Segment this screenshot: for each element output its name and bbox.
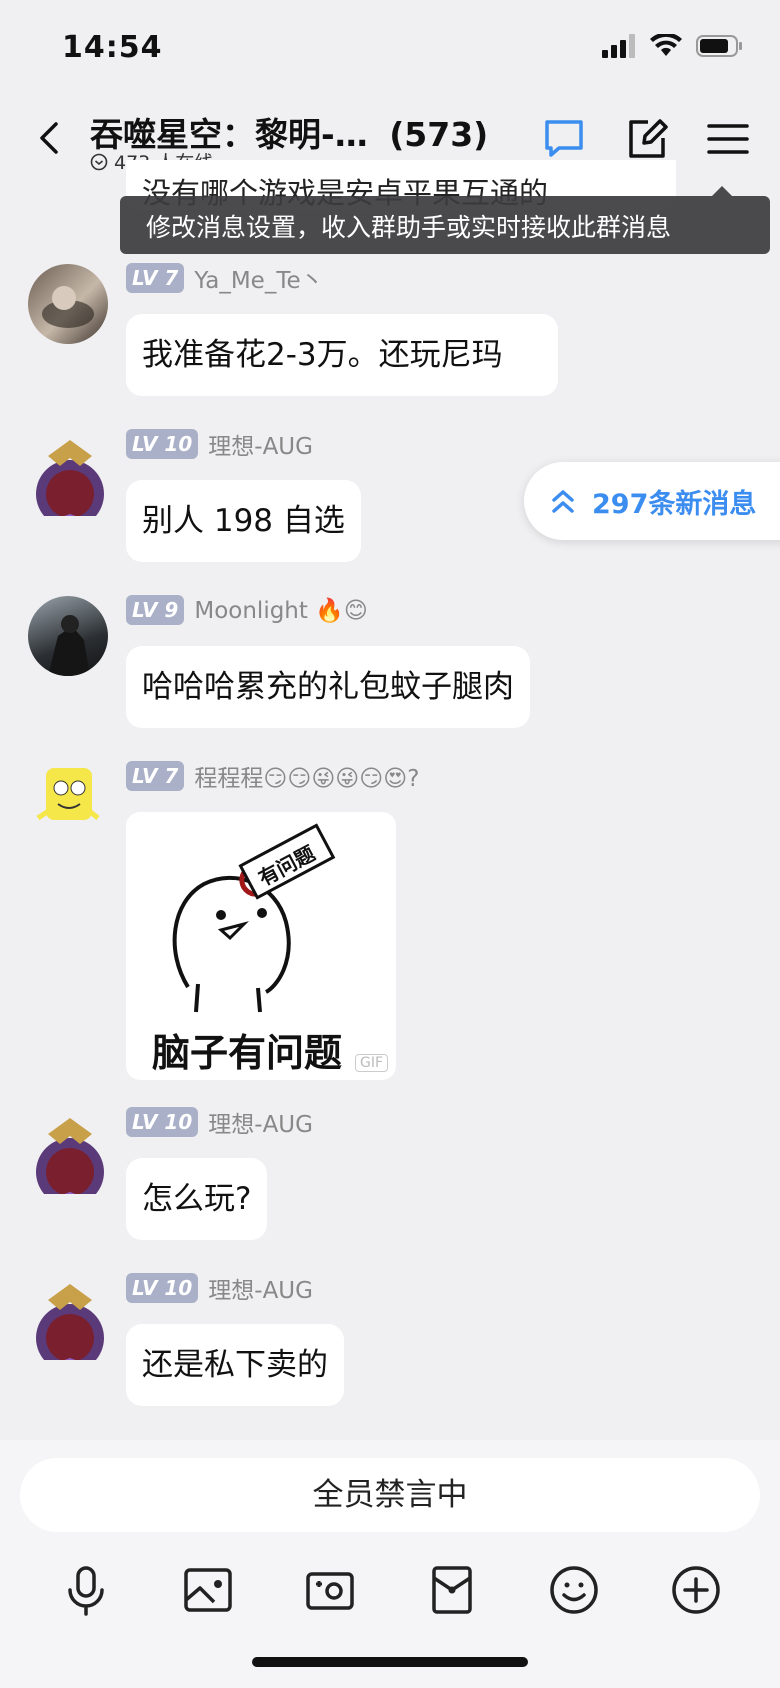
- level-badge: LV 10: [126, 1273, 199, 1303]
- status-bar: 14:54: [0, 0, 780, 100]
- message-meta: LV 7 程程程😏😏😜😜😏😍?: [126, 760, 419, 792]
- avatar-image: [36, 440, 104, 516]
- wifi-icon: [650, 34, 682, 56]
- sticker-caption: 脑子有问题: [152, 1031, 343, 1075]
- avatar[interactable]: [28, 264, 108, 344]
- message-text: 哈哈哈累充的礼包蚊子腿肉: [142, 669, 514, 705]
- new-messages-button[interactable]: 297条新消息: [524, 462, 780, 540]
- sender-name[interactable]: 理想-AUG: [208, 427, 313, 461]
- status-time: 14:54: [62, 30, 163, 65]
- avatar-image: [36, 768, 100, 821]
- tooltip-arrow: [712, 186, 732, 196]
- avatar[interactable]: [28, 436, 108, 516]
- input-toolbar: [0, 1560, 780, 1630]
- level-badge: LV 10: [126, 429, 199, 459]
- red-packet-icon[interactable]: [422, 1560, 482, 1620]
- settings-tooltip[interactable]: 修改消息设置，收入群助手或实时接收此群消息: [120, 196, 770, 254]
- level-badge: LV 7: [126, 263, 185, 293]
- message-meta: LV 9 Moonlight 🔥😊: [126, 594, 368, 626]
- level-badge: LV 9: [126, 595, 185, 625]
- plus-icon[interactable]: [666, 1560, 726, 1620]
- message-text: 我准备花2-3万。还玩尼玛: [142, 337, 503, 373]
- chat-bubble-icon[interactable]: [539, 114, 589, 164]
- microphone-icon[interactable]: [56, 1560, 116, 1620]
- double-chevron-up-icon: [552, 490, 574, 513]
- message-bubble[interactable]: 别人 198 自选: [126, 480, 361, 562]
- sender-name[interactable]: 程程程😏😏😜😜😏😍?: [194, 759, 419, 793]
- message-bubble[interactable]: 我准备花2-3万。还玩尼玛: [126, 314, 558, 396]
- message-meta: LV 7 Ya_Me_Te丶: [126, 262, 324, 294]
- message-meta: LV 10 理想-AUG: [126, 428, 313, 460]
- message-bubble[interactable]: 还是私下卖的: [126, 1324, 344, 1406]
- avatar-image: [36, 1118, 104, 1194]
- avatar-image: [36, 1284, 104, 1360]
- message-meta: LV 10 理想-AUG: [126, 1106, 313, 1138]
- message-text: 还是私下卖的: [142, 1347, 328, 1383]
- message-meta: LV 10 理想-AUG: [126, 1272, 313, 1304]
- avatar[interactable]: [28, 1114, 108, 1194]
- emoji-icon[interactable]: [544, 1560, 604, 1620]
- back-button[interactable]: [30, 118, 70, 158]
- sender-name[interactable]: 理想-AUG: [208, 1105, 313, 1139]
- edit-icon[interactable]: [622, 114, 672, 164]
- avatar-image: [48, 615, 90, 676]
- signal-icon: [602, 34, 635, 58]
- image-icon[interactable]: [178, 1560, 238, 1620]
- avatar[interactable]: [28, 760, 108, 840]
- composer-bar: 全员禁言中: [0, 1440, 780, 1688]
- sticker-message[interactable]: 有问题 脑子有问题 GIF: [126, 812, 396, 1080]
- message-bubble[interactable]: 哈哈哈累充的礼包蚊子腿肉: [126, 646, 530, 728]
- battery-icon: [696, 35, 742, 57]
- muted-indicator: 全员禁言中: [20, 1458, 760, 1532]
- new-messages-label: 297条新消息: [592, 488, 757, 520]
- level-badge: LV 7: [126, 761, 185, 791]
- member-count: (573): [389, 115, 489, 154]
- sender-name[interactable]: 理想-AUG: [208, 1271, 313, 1305]
- level-badge: LV 10: [126, 1107, 199, 1137]
- status-icons: [602, 34, 744, 58]
- avatar[interactable]: [28, 1280, 108, 1360]
- chat-area[interactable]: 没有哪个游戏是安卓平果互通的 LV 7 Ya_Me_Te丶 我准备花2-3万。还…: [0, 160, 780, 1440]
- camera-icon[interactable]: [300, 1560, 360, 1620]
- message-bubble[interactable]: 怎么玩?: [126, 1158, 268, 1240]
- message-text: 怎么玩?: [142, 1181, 252, 1217]
- sender-name[interactable]: Moonlight 🔥😊: [194, 597, 367, 624]
- avatar-image: [42, 286, 94, 328]
- menu-icon[interactable]: [703, 114, 753, 164]
- home-indicator[interactable]: [252, 1657, 528, 1667]
- gif-badge: GIF: [354, 1054, 388, 1072]
- avatar[interactable]: [28, 596, 108, 676]
- message-text: 别人 198 自选: [142, 503, 345, 539]
- sender-name[interactable]: Ya_Me_Te丶: [194, 261, 323, 295]
